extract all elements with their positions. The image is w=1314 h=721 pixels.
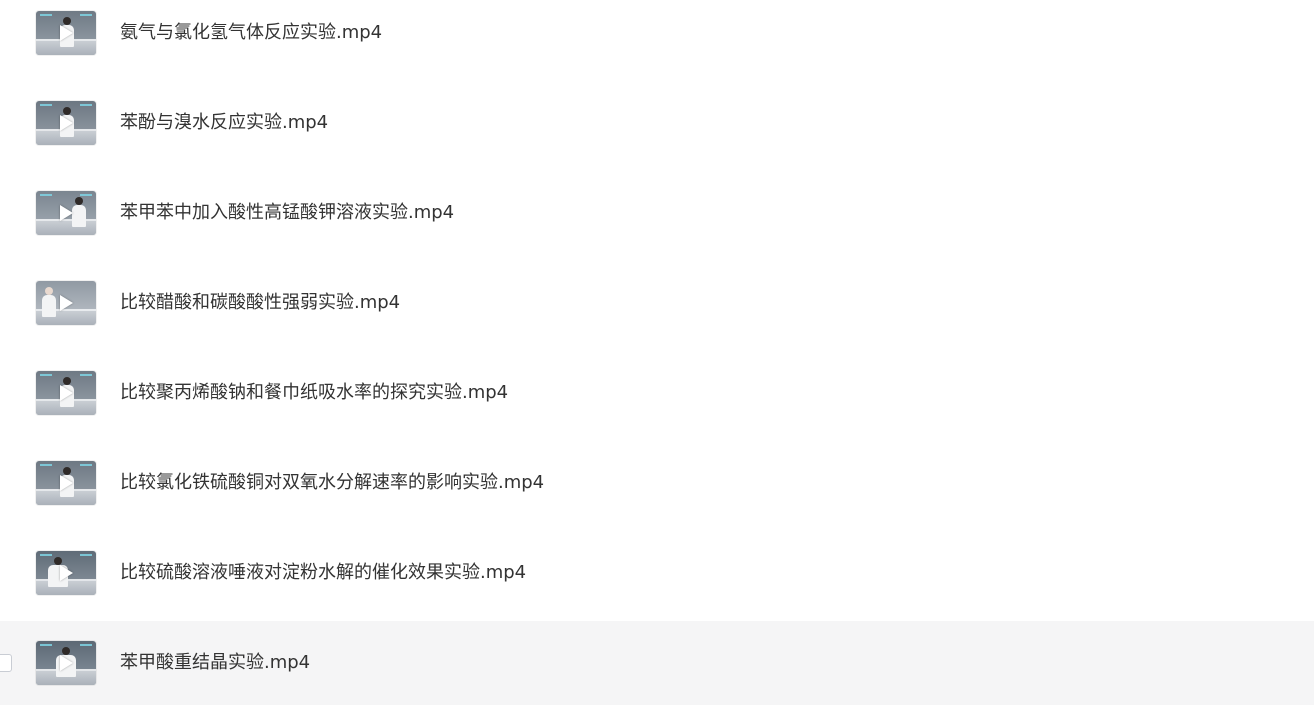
- file-name[interactable]: 比较硫酸溶液唾液对淀粉水解的催化效果实验.mp4: [120, 531, 526, 615]
- video-play-icon: [60, 475, 73, 491]
- file-name[interactable]: 氨气与氯化氢气体反应实验.mp4: [120, 0, 382, 75]
- video-play-icon: [60, 655, 73, 671]
- thumbnail-detail: [80, 464, 92, 466]
- thumbnail-detail: [40, 194, 52, 196]
- file-name[interactable]: 苯酚与溴水反应实验.mp4: [120, 81, 328, 165]
- thumbnail-detail: [42, 287, 56, 317]
- file-name[interactable]: 苯甲酸重结晶实验.mp4: [120, 621, 310, 705]
- video-thumbnail[interactable]: [36, 461, 96, 505]
- file-name[interactable]: 苯甲苯中加入酸性高锰酸钾溶液实验.mp4: [120, 171, 454, 255]
- thumbnail-detail: [40, 644, 52, 646]
- row-checkbox[interactable]: [0, 654, 12, 672]
- video-play-icon: [60, 565, 73, 581]
- thumbnail-detail: [80, 554, 92, 556]
- file-row[interactable]: 比较醋酸和碳酸酸性强弱实验.mp4: [0, 261, 1314, 345]
- video-play-icon: [60, 295, 73, 311]
- file-list: 氨气与氯化氢气体反应实验.mp4 苯酚与溴水反应实验.mp4 苯甲苯中加入酸性高…: [0, 0, 1314, 721]
- file-name[interactable]: 比较聚丙烯酸钠和餐巾纸吸水率的探究实验.mp4: [120, 351, 508, 435]
- video-thumbnail[interactable]: [36, 551, 96, 595]
- video-thumbnail[interactable]: [36, 191, 96, 235]
- video-play-icon: [60, 115, 73, 131]
- thumbnail-detail: [80, 194, 92, 196]
- file-row[interactable]: 比较硫酸溶液唾液对淀粉水解的催化效果实验.mp4: [0, 531, 1314, 615]
- file-row[interactable]: 比较氯化铁硫酸铜对双氧水分解速率的影响实验.mp4: [0, 441, 1314, 525]
- video-thumbnail[interactable]: [36, 281, 96, 325]
- file-row[interactable]: 苯酚与溴水反应实验.mp4: [0, 81, 1314, 165]
- thumbnail-detail: [40, 104, 52, 106]
- thumbnail-detail: [36, 221, 96, 235]
- thumbnail-detail: [40, 14, 52, 16]
- thumbnail-detail: [72, 197, 86, 227]
- thumbnail-detail: [40, 554, 52, 556]
- video-thumbnail[interactable]: [36, 11, 96, 55]
- file-name[interactable]: 比较醋酸和碳酸酸性强弱实验.mp4: [120, 261, 400, 345]
- video-play-icon: [60, 385, 73, 401]
- video-thumbnail[interactable]: [36, 101, 96, 145]
- thumbnail-detail: [80, 374, 92, 376]
- thumbnail-detail: [80, 104, 92, 106]
- video-play-icon: [60, 205, 73, 221]
- file-row[interactable]: 氨气与氯化氢气体反应实验.mp4: [0, 0, 1314, 75]
- file-row[interactable]: 比较聚丙烯酸钠和餐巾纸吸水率的探究实验.mp4: [0, 351, 1314, 435]
- thumbnail-detail: [40, 464, 52, 466]
- video-play-icon: [60, 25, 73, 41]
- video-thumbnail[interactable]: [36, 371, 96, 415]
- video-thumbnail[interactable]: [36, 641, 96, 685]
- file-name[interactable]: 比较氯化铁硫酸铜对双氧水分解速率的影响实验.mp4: [120, 441, 544, 525]
- thumbnail-detail: [40, 374, 52, 376]
- thumbnail-detail: [80, 14, 92, 16]
- file-row[interactable]: 苯甲酸重结晶实验.mp4: [0, 621, 1314, 705]
- thumbnail-detail: [80, 644, 92, 646]
- file-row[interactable]: 苯甲苯中加入酸性高锰酸钾溶液实验.mp4: [0, 171, 1314, 255]
